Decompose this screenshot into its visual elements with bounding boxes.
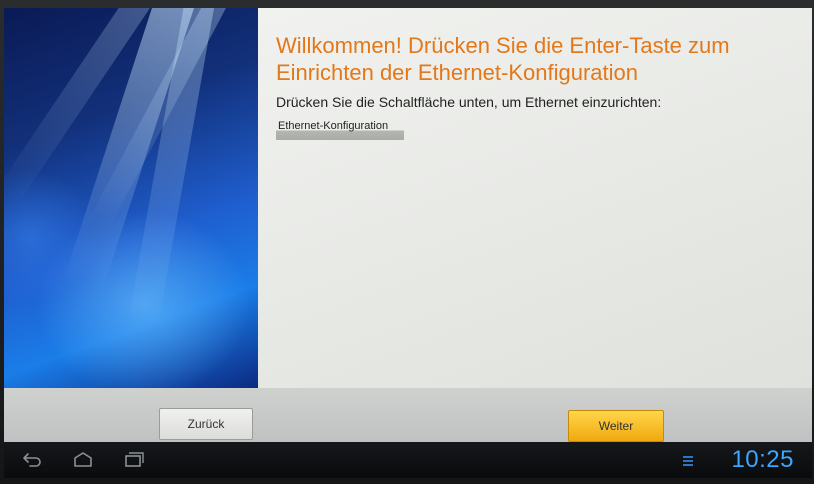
- wizard-subtitle: Drücken Sie die Schaltfläche unten, um E…: [276, 94, 662, 110]
- system-navigation-bar: 10:25: [4, 442, 812, 478]
- decorative-blue-panel: [4, 8, 258, 388]
- wizard-title: Willkommen! Drücken Sie die Enter-Taste …: [276, 33, 730, 85]
- home-icon[interactable]: [72, 450, 94, 470]
- system-clock[interactable]: 10:25: [731, 446, 794, 474]
- wizard-button-bar: Zurück Weiter: [4, 388, 812, 442]
- back-icon[interactable]: [20, 450, 42, 470]
- back-button[interactable]: Zurück: [159, 408, 253, 440]
- ethernet-config-option[interactable]: Ethernet-Konfiguration: [276, 116, 404, 140]
- next-button[interactable]: Weiter: [568, 410, 664, 442]
- recent-apps-icon[interactable]: [122, 450, 144, 470]
- notification-icon[interactable]: [682, 454, 694, 468]
- tablet-screen: Willkommen! Drücken Sie die Enter-Taste …: [4, 8, 812, 478]
- wizard-content: Willkommen! Drücken Sie die Enter-Taste …: [258, 8, 812, 388]
